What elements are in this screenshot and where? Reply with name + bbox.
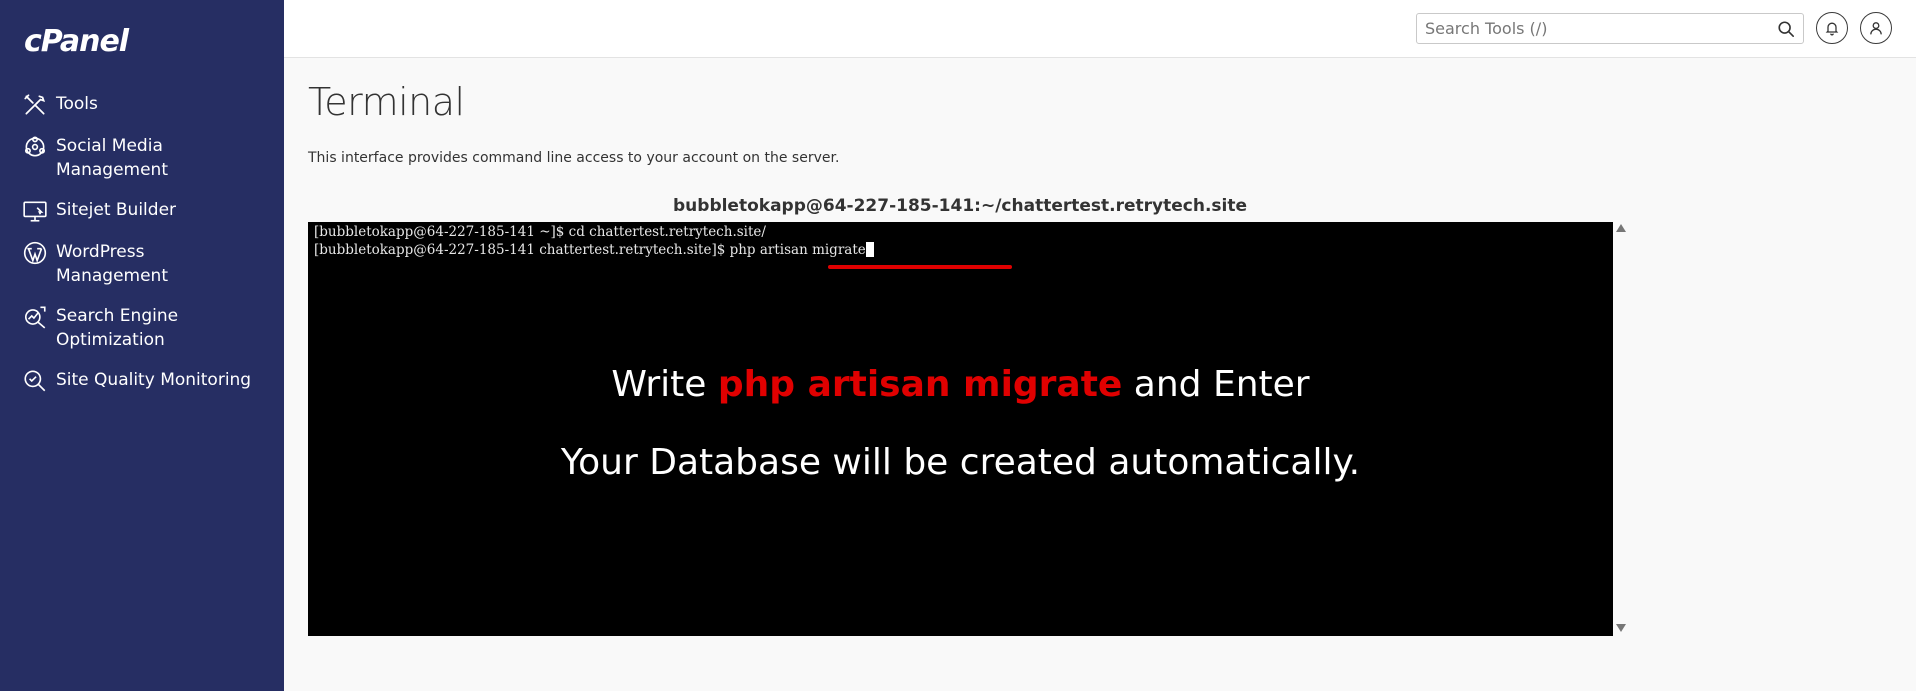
sidebar-item-social-media[interactable]: Social Media Management bbox=[0, 134, 284, 182]
scroll-down-arrow[interactable] bbox=[1616, 624, 1626, 632]
user-icon bbox=[1870, 22, 1882, 35]
sidebar-item-site-quality[interactable]: Site Quality Monitoring bbox=[0, 368, 284, 394]
page-description: This interface provides command line acc… bbox=[308, 150, 840, 166]
sidebar-item-label: Site Quality Monitoring bbox=[56, 370, 252, 390]
page-title: Terminal bbox=[308, 80, 465, 124]
search-icon[interactable] bbox=[1777, 20, 1795, 38]
social-media-icon bbox=[22, 134, 48, 160]
sidebar-item-label: Sitejet Builder bbox=[56, 200, 177, 220]
terminal-line: [bubbletokapp@64-227-185-141 ~]$ cd chat… bbox=[314, 224, 766, 240]
sidebar-nav: Tools Social Media Management Sitejet Bu… bbox=[0, 92, 284, 410]
sidebar-item-label: Social Media Management bbox=[56, 136, 168, 180]
search-input[interactable] bbox=[1417, 14, 1757, 43]
sidebar-item-label: Tools bbox=[56, 94, 98, 114]
bell-icon bbox=[1825, 22, 1839, 36]
terminal-line-text: [bubbletokapp@64-227-185-141 chattertest… bbox=[314, 242, 866, 258]
scroll-up-arrow[interactable] bbox=[1616, 224, 1626, 232]
sidebar-item-label: WordPress Management bbox=[56, 242, 168, 286]
seo-icon bbox=[22, 304, 48, 330]
search-box[interactable] bbox=[1416, 13, 1804, 44]
highlight-underline bbox=[828, 265, 1012, 269]
sidebar: cPanel Tools Social Media Management Sit… bbox=[0, 0, 284, 691]
instruction-suffix: and Enter bbox=[1122, 364, 1310, 405]
sidebar-item-wordpress[interactable]: WordPress Management bbox=[0, 240, 284, 288]
terminal-title: bubbletokapp@64-227-185-141:~/chattertes… bbox=[673, 196, 1247, 216]
terminal-line-current: [bubbletokapp@64-227-185-141 chattertest… bbox=[314, 242, 874, 258]
instruction-line-1: Write php artisan migrate and Enter bbox=[308, 364, 1613, 405]
instruction-line-2: Your Database will be created automatica… bbox=[560, 442, 1361, 483]
sitejet-icon bbox=[22, 198, 48, 224]
sidebar-item-seo[interactable]: Search Engine Optimization bbox=[0, 304, 284, 352]
instruction-command: php artisan migrate bbox=[717, 364, 1123, 405]
site-quality-icon bbox=[22, 368, 48, 394]
notifications-button[interactable] bbox=[1816, 12, 1848, 44]
user-menu-button[interactable] bbox=[1860, 12, 1892, 44]
sidebar-item-sitejet[interactable]: Sitejet Builder bbox=[0, 198, 284, 224]
instruction-prefix: Write bbox=[611, 364, 718, 405]
sidebar-item-tools[interactable]: Tools bbox=[0, 92, 284, 118]
wordpress-icon bbox=[22, 240, 48, 266]
terminal-window[interactable]: [bubbletokapp@64-227-185-141 ~]$ cd chat… bbox=[308, 222, 1613, 636]
cpanel-logo[interactable]: cPanel bbox=[24, 24, 129, 59]
terminal-cursor bbox=[865, 242, 874, 257]
sidebar-item-label: Search Engine Optimization bbox=[56, 306, 179, 350]
tools-icon bbox=[22, 92, 48, 118]
